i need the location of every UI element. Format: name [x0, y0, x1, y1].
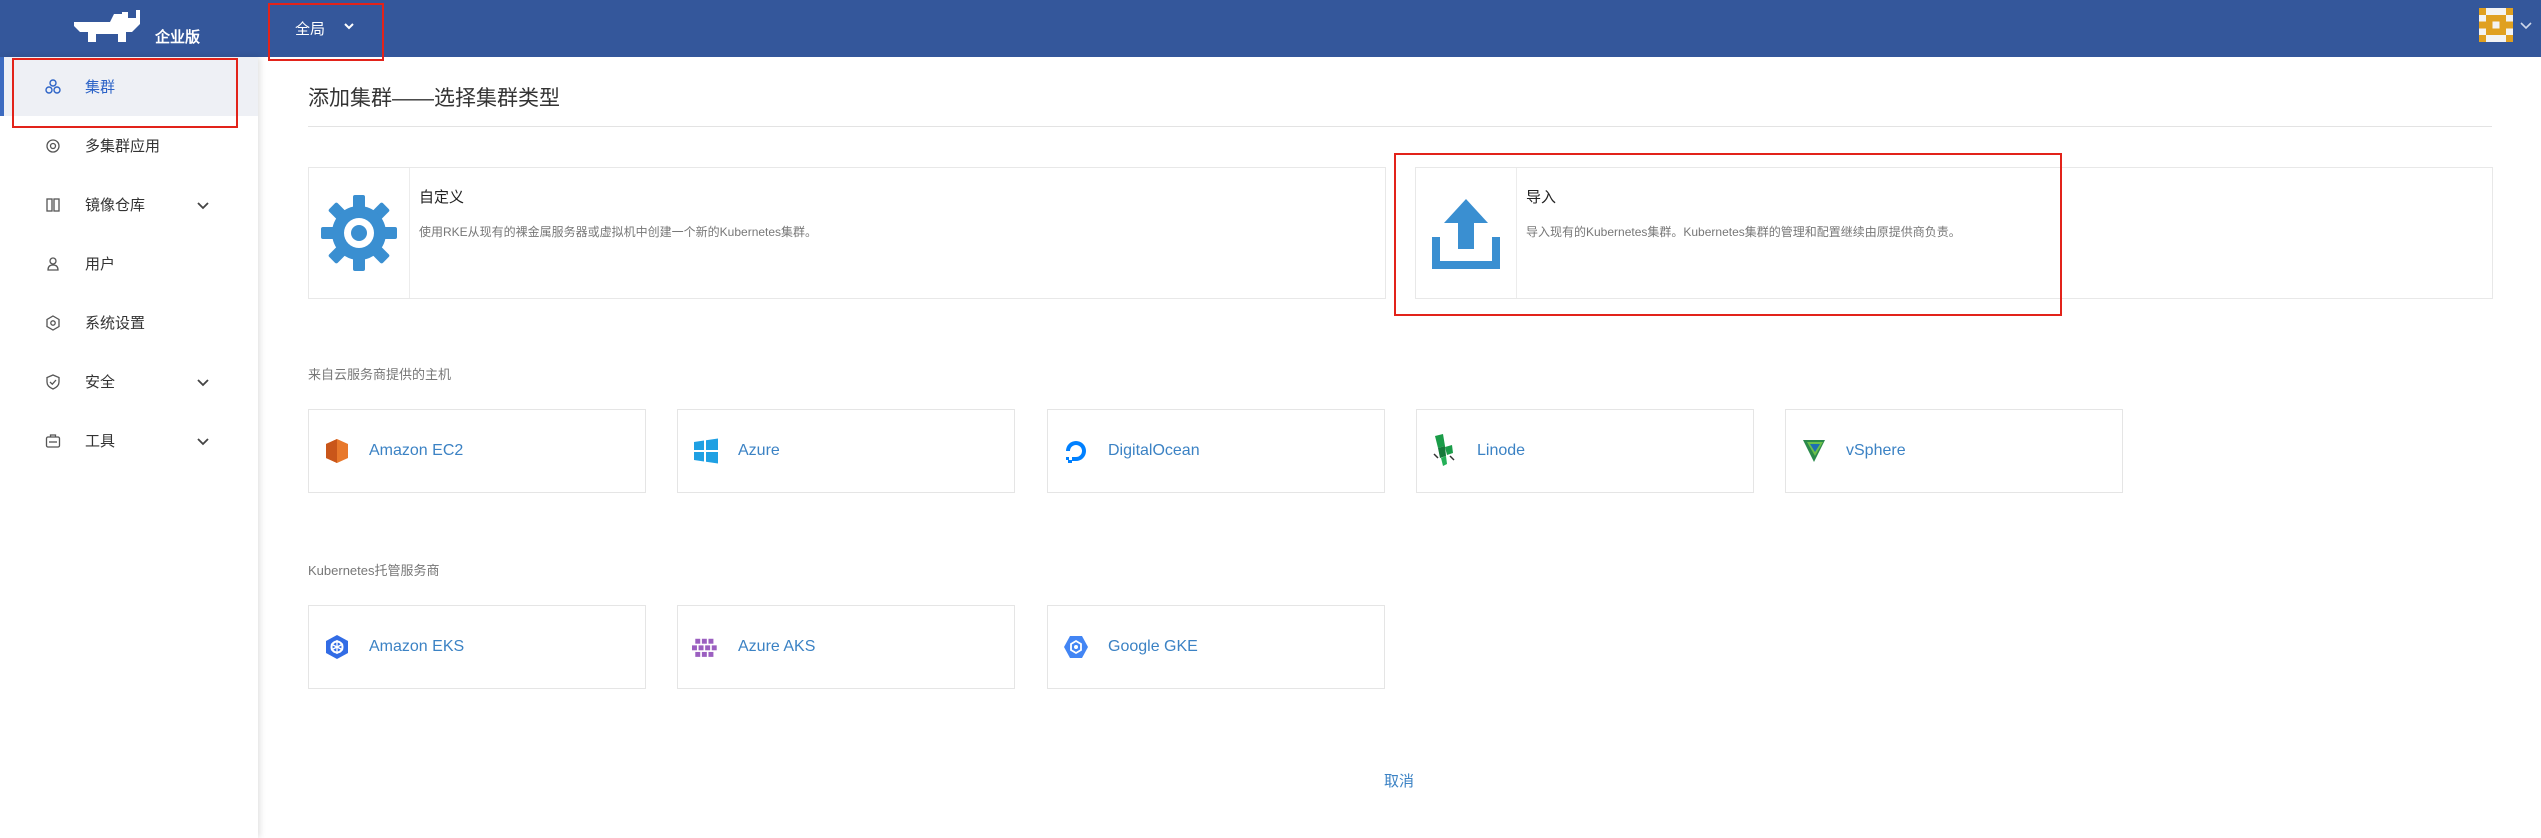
title-divider — [308, 126, 2492, 127]
amazon-eks-icon — [323, 633, 351, 661]
digitalocean-icon — [1062, 437, 1090, 465]
sidebar-item-tools[interactable]: 工具 — [0, 411, 258, 470]
sidebar-item-users[interactable]: 用户 — [0, 234, 258, 293]
provider-label: Amazon EKS — [369, 638, 465, 655]
cloud-providers-heading: 来自云服务商提供的主机 — [308, 367, 452, 382]
sidebar: 集群 多集群应用 镜像仓库 用户 系统设置 安全 工具 — [0, 57, 258, 838]
chevron-down-icon — [2520, 22, 2532, 30]
sidebar-item-label: 镜像仓库 — [85, 197, 146, 214]
provider-label: Amazon EC2 — [369, 442, 464, 459]
chevron-down-icon — [197, 201, 209, 209]
sidebar-item-multi-cluster-apps[interactable]: 多集群应用 — [0, 116, 258, 175]
upload-icon — [1416, 168, 1517, 298]
chevron-down-icon — [344, 23, 354, 30]
provider-label: Google GKE — [1108, 638, 1198, 655]
vsphere-icon — [1800, 437, 1828, 465]
custom-cluster-card[interactable]: 自定义 使用RKE从现有的裸金属服务器或虚拟机中创建一个新的Kubernetes… — [308, 167, 1386, 299]
user-icon — [44, 255, 62, 273]
sidebar-item-label: 工具 — [85, 433, 116, 450]
sidebar-item-label: 安全 — [85, 374, 116, 391]
provider-vsphere[interactable]: vSphere — [1785, 409, 2123, 493]
azure-aks-icon — [692, 633, 720, 661]
scope-selector-button[interactable]: 全局 — [272, 6, 378, 50]
provider-label: Azure AKS — [738, 638, 816, 655]
k8s-providers-heading: Kubernetes托管服务商 — [308, 563, 440, 578]
registry-icon — [44, 196, 62, 214]
scope-label: 全局 — [294, 20, 325, 38]
cluster-icon — [44, 78, 62, 96]
chevron-down-icon — [197, 378, 209, 386]
sidebar-item-settings[interactable]: 系统设置 — [0, 293, 258, 352]
provider-label: Linode — [1477, 442, 1526, 459]
sidebar-item-label: 多集群应用 — [85, 138, 161, 155]
card-title: 自定义 — [419, 189, 465, 206]
top-navbar: 企业版 全局 — [0, 0, 2541, 57]
sidebar-item-registry[interactable]: 镜像仓库 — [0, 175, 258, 234]
settings-icon — [44, 314, 62, 332]
google-gke-icon — [1062, 633, 1090, 661]
provider-amazon-ec2[interactable]: Amazon EC2 — [308, 409, 646, 493]
provider-digitalocean[interactable]: DigitalOcean — [1047, 409, 1385, 493]
sidebar-item-label: 集群 — [85, 79, 116, 96]
provider-google-gke[interactable]: Google GKE — [1047, 605, 1385, 689]
user-menu[interactable] — [2479, 8, 2533, 42]
provider-amazon-eks[interactable]: Amazon EKS — [308, 605, 646, 689]
provider-linode[interactable]: Linode — [1416, 409, 1754, 493]
card-title: 导入 — [1526, 189, 1557, 206]
card-description: 导入现有的Kubernetes集群。Kubernetes集群的管理和配置继续由原… — [1526, 225, 1961, 239]
provider-label: DigitalOcean — [1108, 442, 1200, 459]
logo[interactable]: 企业版 — [0, 0, 260, 57]
avatar — [2479, 8, 2513, 42]
tools-icon — [44, 432, 62, 450]
provider-label: vSphere — [1846, 442, 1906, 459]
rancher-logo-icon — [74, 10, 140, 42]
card-description: 使用RKE从现有的裸金属服务器或虚拟机中创建一个新的Kubernetes集群。 — [419, 225, 818, 239]
logo-text: 企业版 — [155, 29, 201, 46]
cancel-button[interactable]: 取消 — [1384, 770, 1414, 791]
provider-label: Azure — [738, 442, 780, 459]
shield-icon — [44, 373, 62, 391]
azure-icon — [692, 437, 720, 465]
provider-azure[interactable]: Azure — [677, 409, 1015, 493]
page-title: 添加集群——选择集群类型 — [308, 87, 560, 110]
linode-icon — [1431, 434, 1459, 466]
import-cluster-card[interactable]: 导入 导入现有的Kubernetes集群。Kubernetes集群的管理和配置继… — [1415, 167, 2493, 299]
provider-azure-aks[interactable]: Azure AKS — [677, 605, 1015, 689]
amazon-ec2-icon — [323, 437, 351, 465]
sidebar-item-label: 用户 — [85, 256, 116, 273]
sidebar-item-clusters[interactable]: 集群 — [0, 57, 258, 116]
gear-icon — [309, 168, 410, 298]
chevron-down-icon — [197, 437, 209, 445]
sidebar-item-label: 系统设置 — [85, 315, 146, 332]
sidebar-item-security[interactable]: 安全 — [0, 352, 258, 411]
multi-cluster-app-icon — [44, 137, 62, 155]
